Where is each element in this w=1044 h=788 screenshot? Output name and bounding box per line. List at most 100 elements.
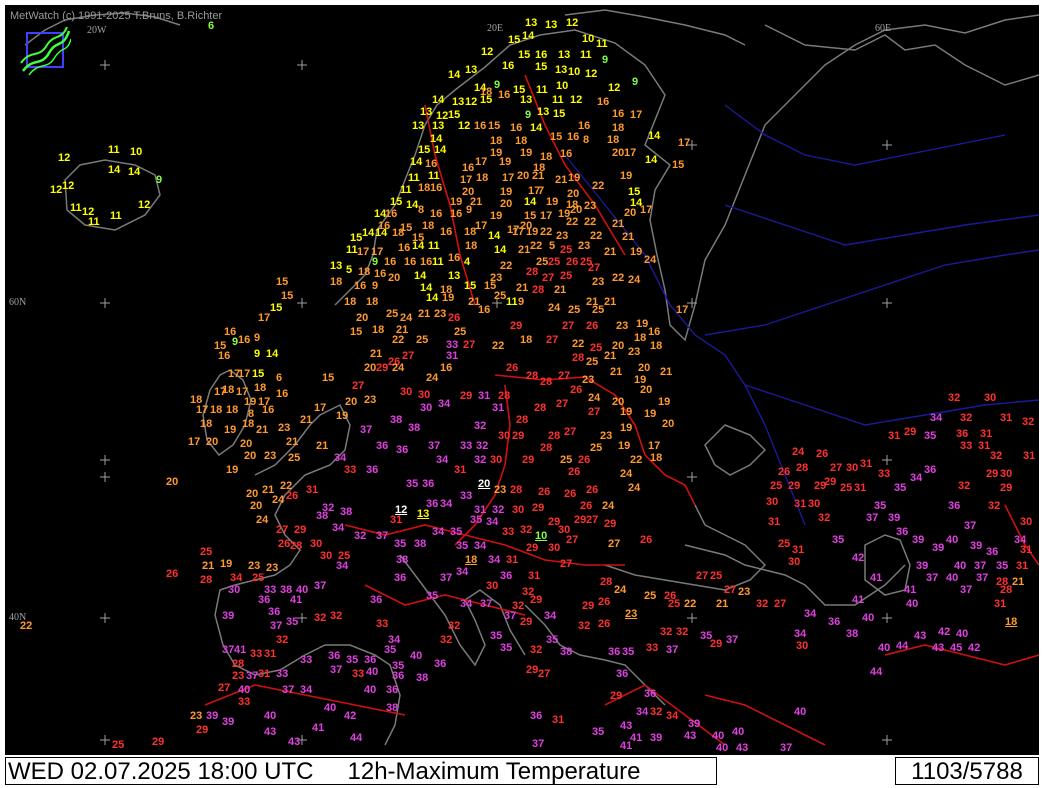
- station-temperature[interactable]: 36: [986, 547, 998, 558]
- station-temperature[interactable]: 28: [290, 541, 302, 552]
- station-temperature[interactable]: 20: [364, 363, 376, 374]
- station-temperature[interactable]: 18: [464, 555, 479, 566]
- station-temperature[interactable]: 8: [583, 135, 589, 146]
- station-temperature[interactable]: 37: [282, 685, 294, 696]
- station-temperature[interactable]: 21: [532, 171, 544, 182]
- station-temperature[interactable]: 40: [878, 643, 890, 654]
- station-temperature[interactable]: 35: [546, 635, 558, 646]
- station-temperature[interactable]: 12: [570, 95, 582, 106]
- station-temperature[interactable]: 33: [276, 669, 288, 680]
- station-temperature[interactable]: 5: [346, 265, 352, 276]
- station-temperature[interactable]: 19: [220, 559, 232, 570]
- station-temperature[interactable]: 16: [218, 351, 230, 362]
- station-temperature[interactable]: 19: [442, 293, 454, 304]
- station-temperature[interactable]: 39: [222, 717, 234, 728]
- station-temperature[interactable]: 13: [448, 271, 460, 282]
- station-temperature[interactable]: 44: [896, 641, 908, 652]
- station-temperature[interactable]: 19: [620, 171, 632, 182]
- station-temperature[interactable]: 17: [196, 405, 208, 416]
- station-temperature[interactable]: 40: [716, 743, 728, 754]
- station-temperature[interactable]: 24: [620, 469, 632, 480]
- station-temperature[interactable]: 12: [481, 47, 493, 58]
- station-temperature[interactable]: 20: [640, 385, 652, 396]
- station-temperature[interactable]: 27: [588, 263, 600, 274]
- station-temperature[interactable]: 26: [286, 491, 298, 502]
- station-temperature[interactable]: 38: [386, 703, 398, 714]
- station-temperature[interactable]: 17: [475, 221, 487, 232]
- station-temperature[interactable]: 9: [525, 110, 531, 121]
- station-temperature[interactable]: 31: [390, 515, 402, 526]
- station-temperature[interactable]: 34: [486, 517, 498, 528]
- station-temperature[interactable]: 17: [238, 369, 250, 380]
- station-temperature[interactable]: 25: [252, 573, 264, 584]
- station-temperature[interactable]: 40: [264, 711, 276, 722]
- station-temperature[interactable]: 30: [418, 390, 430, 401]
- station-temperature[interactable]: 16: [430, 209, 442, 220]
- station-temperature[interactable]: 11: [70, 203, 82, 214]
- station-temperature[interactable]: 9: [602, 55, 608, 66]
- station-temperature[interactable]: 26: [586, 485, 598, 496]
- station-temperature[interactable]: 17: [676, 305, 688, 316]
- station-temperature[interactable]: 15: [252, 369, 264, 380]
- station-temperature[interactable]: 31: [552, 715, 564, 726]
- station-temperature[interactable]: 18: [464, 227, 476, 238]
- station-temperature[interactable]: 18: [422, 221, 434, 232]
- station-temperature[interactable]: 25: [494, 291, 506, 302]
- station-temperature[interactable]: 30: [788, 557, 800, 568]
- station-temperature[interactable]: 35: [832, 535, 844, 546]
- station-temperature[interactable]: 41: [904, 585, 916, 596]
- station-temperature[interactable]: 16: [385, 209, 397, 220]
- station-temperature[interactable]: 27: [352, 381, 364, 392]
- station-temperature[interactable]: 31: [888, 431, 900, 442]
- station-temperature[interactable]: 14: [426, 293, 438, 304]
- station-temperature[interactable]: 30: [1000, 469, 1012, 480]
- station-temperature[interactable]: 24: [392, 363, 404, 374]
- station-temperature[interactable]: 21: [256, 425, 268, 436]
- station-temperature[interactable]: 41: [620, 741, 632, 752]
- station-temperature[interactable]: 18: [366, 297, 378, 308]
- station-temperature[interactable]: 10: [556, 81, 568, 92]
- station-temperature[interactable]: 34: [666, 711, 678, 722]
- station-temperature[interactable]: 16: [276, 389, 288, 400]
- station-temperature[interactable]: 37: [666, 645, 678, 656]
- station-temperature[interactable]: 15: [350, 233, 362, 244]
- station-temperature[interactable]: 43: [684, 731, 696, 742]
- station-temperature[interactable]: 7: [538, 186, 544, 197]
- station-temperature[interactable]: 14: [522, 31, 534, 42]
- station-temperature[interactable]: 19: [630, 247, 642, 258]
- station-temperature[interactable]: 38: [560, 647, 572, 658]
- station-temperature[interactable]: 18: [242, 419, 254, 430]
- station-temperature[interactable]: 21: [604, 247, 616, 258]
- station-temperature[interactable]: 21: [1012, 577, 1024, 588]
- station-temperature[interactable]: 23: [578, 241, 590, 252]
- station-temperature[interactable]: 25: [644, 591, 656, 602]
- station-temperature[interactable]: 9: [518, 297, 524, 308]
- station-temperature[interactable]: 23: [266, 563, 278, 574]
- station-temperature[interactable]: 21: [612, 219, 624, 230]
- station-temperature[interactable]: 16: [238, 335, 250, 346]
- station-temperature[interactable]: 31: [854, 483, 866, 494]
- station-temperature[interactable]: 17: [314, 403, 326, 414]
- station-temperature[interactable]: 40: [410, 651, 422, 662]
- station-temperature[interactable]: 19: [620, 407, 632, 418]
- station-temperature[interactable]: 43: [932, 643, 944, 654]
- station-temperature[interactable]: 16: [474, 121, 486, 132]
- station-temperature[interactable]: 11: [596, 39, 608, 50]
- station-temperature[interactable]: 36: [392, 671, 404, 682]
- station-temperature[interactable]: 41: [312, 723, 324, 734]
- station-temperature[interactable]: 13: [537, 107, 549, 118]
- station-temperature[interactable]: 17: [648, 441, 660, 452]
- station-temperature[interactable]: 42: [852, 553, 864, 564]
- station-temperature[interactable]: 11: [110, 211, 122, 222]
- station-temperature[interactable]: 30: [846, 463, 858, 474]
- station-temperature[interactable]: 32: [578, 621, 590, 632]
- station-temperature[interactable]: 30: [808, 499, 820, 510]
- station-temperature[interactable]: 17: [502, 173, 514, 184]
- station-temperature[interactable]: 30: [400, 387, 412, 398]
- station-temperature[interactable]: 26: [506, 363, 518, 374]
- station-temperature[interactable]: 29: [986, 469, 998, 480]
- station-temperature[interactable]: 23: [624, 609, 639, 620]
- station-temperature[interactable]: 31: [792, 545, 804, 556]
- station-temperature[interactable]: 20: [345, 397, 357, 408]
- station-temperature[interactable]: 27: [556, 399, 568, 410]
